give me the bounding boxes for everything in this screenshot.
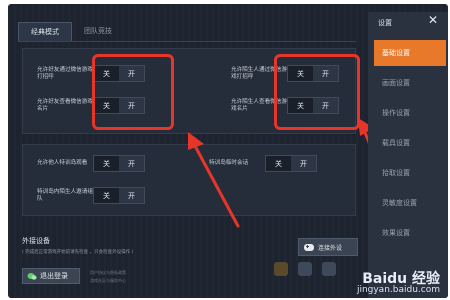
sidebar-item-effects[interactable]: 效果设置 bbox=[374, 220, 446, 246]
sidebar-item-graphics[interactable]: 画面设置 bbox=[374, 70, 446, 96]
rank-badge-icon[interactable] bbox=[274, 262, 288, 276]
sidebar-item-pickup[interactable]: 拾取设置 bbox=[374, 160, 446, 186]
wechat-icon bbox=[27, 272, 37, 280]
close-icon[interactable]: ✕ bbox=[426, 13, 440, 27]
logout-button[interactable]: 退出登录 bbox=[22, 268, 80, 284]
annotation-arrow-left bbox=[192, 142, 240, 228]
baidu-watermark: Baidu 经验 jingyan.baidu.com bbox=[356, 271, 440, 296]
sidebar-item-basic[interactable]: 基础设置 bbox=[374, 40, 446, 66]
shield-icon[interactable] bbox=[322, 262, 336, 276]
sidebar-title: 设置 bbox=[378, 19, 392, 27]
settings-panel: 经典模式 团队竞技 允许好友通过微信游戏打招呼 关 开 允许好友查看微信游戏名片… bbox=[8, 4, 448, 298]
sidebar-item-sensitivity[interactable]: 灵敏度设置 bbox=[374, 190, 446, 216]
settings-sidebar: 设置 ✕ 基础设置 画面设置 操作设置 载具设置 拾取设置 灵敏度设置 效果设置 bbox=[368, 12, 448, 298]
user-agreement-link[interactable]: 用户协议与隐私政策 bbox=[90, 270, 126, 276]
watermark-url: jingyan.baidu.com bbox=[356, 285, 440, 295]
logout-label: 退出登录 bbox=[40, 272, 68, 280]
sidebar-item-controls[interactable]: 操作设置 bbox=[374, 100, 446, 126]
service-center-link[interactable]: 游戏社区与服务中心 bbox=[90, 278, 126, 284]
bottom-icons bbox=[274, 262, 336, 276]
sidebar-item-vehicle[interactable]: 载具设置 bbox=[374, 130, 446, 156]
service-icon[interactable] bbox=[298, 262, 312, 276]
watermark-brand: Baidu 经验 bbox=[362, 271, 440, 287]
